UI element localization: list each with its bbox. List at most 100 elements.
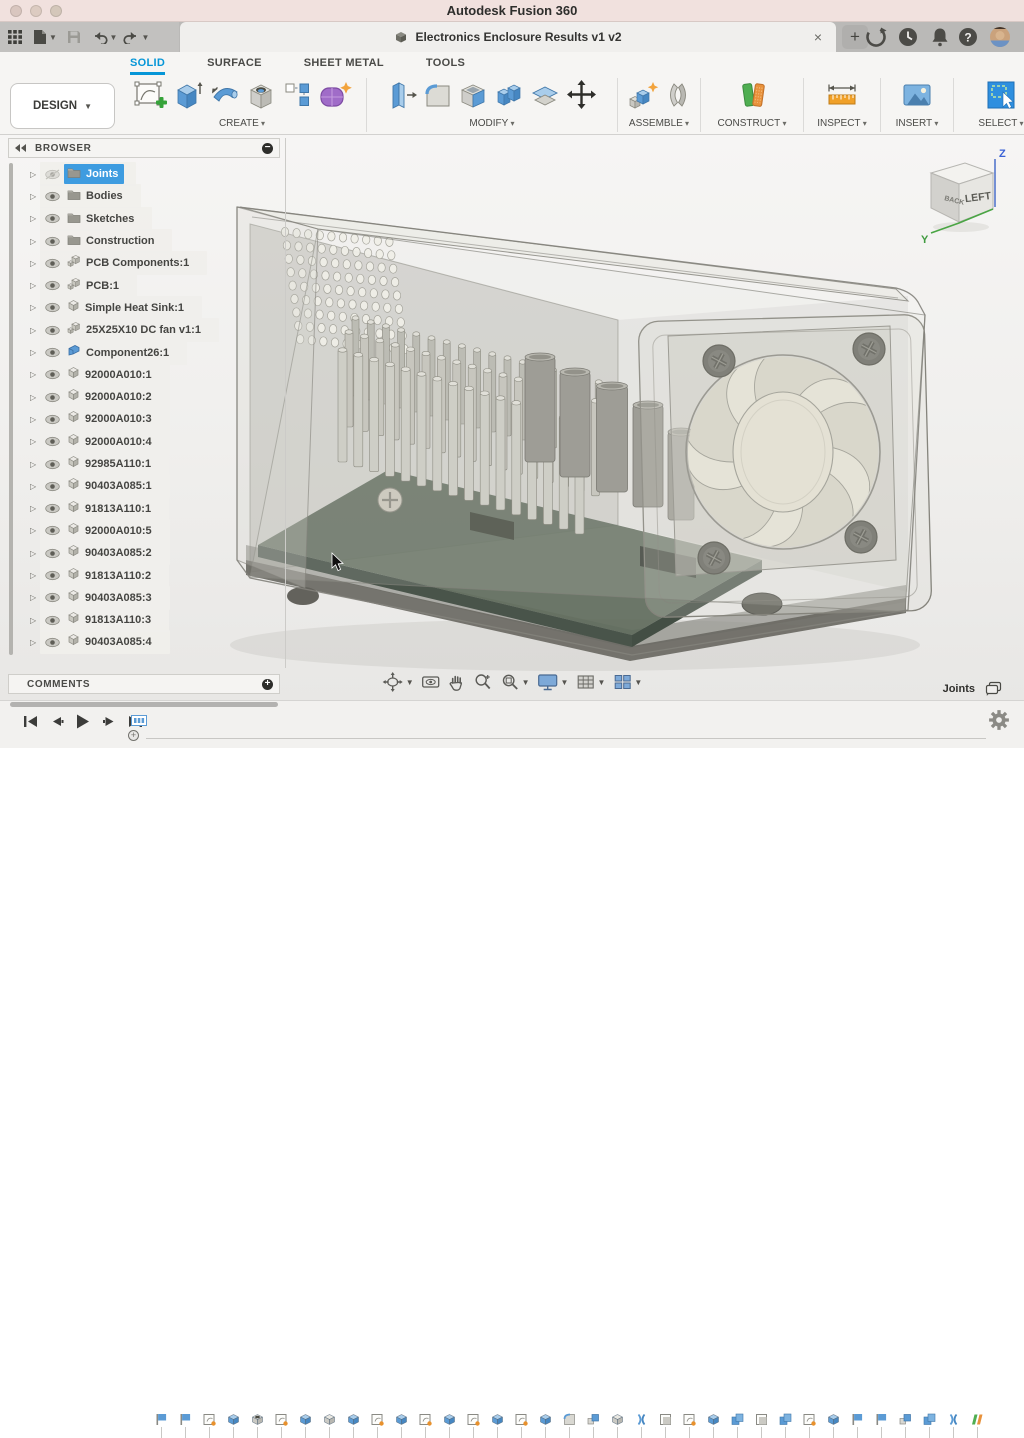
browser-item-construction[interactable]: ▷Construction [8, 230, 280, 252]
disclosure-triangle-icon[interactable]: ▷ [30, 504, 40, 513]
timeline-feature-shell-icon[interactable] [755, 1413, 768, 1426]
insert-group-label[interactable]: INSERT [896, 118, 939, 129]
browser-item-90403a085-2[interactable]: ▷90403A085:2 [8, 542, 280, 564]
timeline-feature-extrude-icon[interactable] [227, 1413, 240, 1426]
move-icon[interactable] [566, 79, 597, 115]
browser-row[interactable]: 90403A085:2 [40, 541, 170, 565]
offset-face-icon[interactable] [529, 80, 561, 115]
browser-row[interactable]: 92000A010:1 [40, 363, 170, 387]
browser-item-90403a085-4[interactable]: ▷90403A085:4 [8, 631, 280, 653]
orbit-icon[interactable]: ▼ [382, 671, 414, 693]
browser-header[interactable]: BROWSER − [8, 138, 280, 158]
timeline-feature-sketch-icon[interactable] [467, 1413, 480, 1426]
disclosure-triangle-icon[interactable]: ▷ [30, 460, 40, 469]
fit-caret[interactable]: ▼ [522, 678, 530, 687]
visibility-icon[interactable] [44, 481, 64, 492]
timeline-feature-sketch-icon[interactable] [371, 1413, 384, 1426]
disclosure-triangle-icon[interactable]: ▷ [30, 281, 40, 290]
timeline-feature-flag-icon[interactable] [851, 1413, 864, 1426]
browser-row[interactable]: 92000A010:3 [40, 407, 170, 431]
browser-row[interactable]: Joints [40, 162, 136, 186]
browser-item-pcb-1[interactable]: ▷PCB:1 [8, 274, 280, 296]
extrude-icon[interactable] [173, 79, 204, 116]
browser-row[interactable]: Sketches [40, 207, 152, 231]
timeline-feature-joint-icon[interactable] [947, 1413, 960, 1426]
browser-item-90403a085-3[interactable]: ▷90403A085:3 [8, 587, 280, 609]
browser-row[interactable]: 91813A110:2 [40, 564, 169, 588]
disclosure-triangle-icon[interactable]: ▷ [30, 616, 40, 625]
browser-row[interactable]: 25X25X10 DC fan v1:1 [40, 318, 219, 342]
disclosure-triangle-icon[interactable]: ▷ [30, 348, 40, 357]
browser-row[interactable]: 92000A010:5 [40, 519, 170, 543]
3d-viewport[interactable]: BROWSER − ▷Joints▷Bodies▷Sketches▷Constr… [0, 135, 1024, 700]
browser-item-90403a085-1[interactable]: ▷90403A085:1 [8, 475, 280, 497]
timeline-feature-body-icon[interactable] [611, 1413, 624, 1426]
browser-row[interactable]: 91813A110:1 [40, 497, 169, 521]
comment-bubbles-icon[interactable] [985, 681, 1002, 696]
timeline-feature-sketch-icon[interactable] [803, 1413, 816, 1426]
disclosure-triangle-icon[interactable]: ▷ [30, 593, 40, 602]
visibility-icon[interactable] [44, 570, 64, 581]
visibility-icon[interactable] [44, 280, 64, 291]
timeline-feature-component-icon[interactable] [587, 1413, 600, 1426]
visibility-icon[interactable] [44, 637, 64, 648]
browser-row[interactable]: 91813A110:3 [40, 608, 169, 632]
collapse-panel-icon[interactable] [15, 144, 27, 152]
browser-item-91813a110-3[interactable]: ▷91813A110:3 [8, 609, 280, 631]
timeline-feature-sketch-icon[interactable] [419, 1413, 432, 1426]
visibility-icon[interactable] [44, 615, 64, 626]
hole-icon[interactable] [246, 80, 277, 115]
visibility-icon[interactable] [44, 459, 64, 470]
disclosure-triangle-icon[interactable]: ▷ [30, 237, 40, 246]
timeline-feature-extrude-icon[interactable] [347, 1413, 360, 1426]
construct-group-label[interactable]: CONSTRUCT [717, 118, 786, 129]
save-icon[interactable] [60, 22, 88, 52]
visibility-icon[interactable] [44, 213, 64, 224]
browser-panel-divider[interactable] [285, 138, 286, 668]
visibility-icon[interactable] [44, 325, 64, 336]
timeline-settings-gear-icon[interactable] [988, 709, 1010, 736]
tab-sheet-metal[interactable]: SHEET METAL [304, 57, 384, 75]
visibility-icon[interactable] [44, 258, 64, 269]
timeline-feature-sketch-icon[interactable] [275, 1413, 288, 1426]
browser-item-92000a010-1[interactable]: ▷92000A010:1 [8, 364, 280, 386]
visibility-icon[interactable] [44, 347, 64, 358]
visibility-icon[interactable] [44, 302, 64, 313]
timeline-feature-extrude-icon[interactable] [707, 1413, 720, 1426]
timeline-feature-sketch-icon[interactable] [203, 1413, 216, 1426]
browser-collapse-icon[interactable]: − [262, 143, 273, 154]
browser-item-92000a010-5[interactable]: ▷92000A010:5 [8, 520, 280, 542]
browser-item-bodies[interactable]: ▷Bodies [8, 185, 280, 207]
browser-item-92000a010-2[interactable]: ▷92000A010:2 [8, 386, 280, 408]
timeline-feature-plane-icon[interactable] [971, 1413, 984, 1426]
close-tab-icon[interactable]: × [814, 28, 822, 46]
visibility-off-icon[interactable] [44, 169, 64, 180]
timeline-feature-flag-icon[interactable] [155, 1413, 168, 1426]
browser-row[interactable]: PCB:1 [40, 274, 137, 298]
visibility-icon[interactable] [44, 369, 64, 380]
user-avatar[interactable] [988, 25, 1012, 49]
disclosure-triangle-icon[interactable]: ▷ [30, 571, 40, 580]
measure-icon[interactable] [825, 80, 859, 115]
orbit-caret[interactable]: ▼ [406, 678, 414, 687]
grid-settings-icon[interactable]: ▼ [575, 672, 605, 692]
app-menu-icon[interactable] [0, 22, 30, 52]
browser-item-25x25x10-dc-fan-v1-1[interactable]: ▷25X25X10 DC fan v1:1 [8, 319, 280, 341]
disclosure-triangle-icon[interactable]: ▷ [30, 437, 40, 446]
tab-surface[interactable]: SURFACE [207, 57, 262, 75]
recent-activity-clock-icon[interactable] [896, 25, 920, 49]
timeline-feature-flag-icon[interactable] [875, 1413, 888, 1426]
browser-row[interactable]: Bodies [40, 184, 141, 208]
notifications-bell-icon[interactable] [928, 25, 952, 49]
fillet-icon[interactable] [423, 80, 453, 115]
visibility-icon[interactable] [44, 548, 64, 559]
viewports-icon[interactable]: ▼ [612, 672, 642, 692]
browser-scrollbar[interactable] [10, 702, 278, 707]
document-tab[interactable]: Electronics Enclosure Results v1 v2 × [180, 22, 836, 52]
undo-icon[interactable]: ▼ [88, 22, 120, 52]
revolve-icon[interactable] [209, 80, 241, 115]
disclosure-triangle-icon[interactable]: ▷ [30, 192, 40, 201]
browser-row[interactable]: 90403A085:3 [40, 586, 170, 610]
select-group-label[interactable]: SELECT [978, 118, 1023, 129]
disclosure-triangle-icon[interactable]: ▷ [30, 638, 40, 647]
